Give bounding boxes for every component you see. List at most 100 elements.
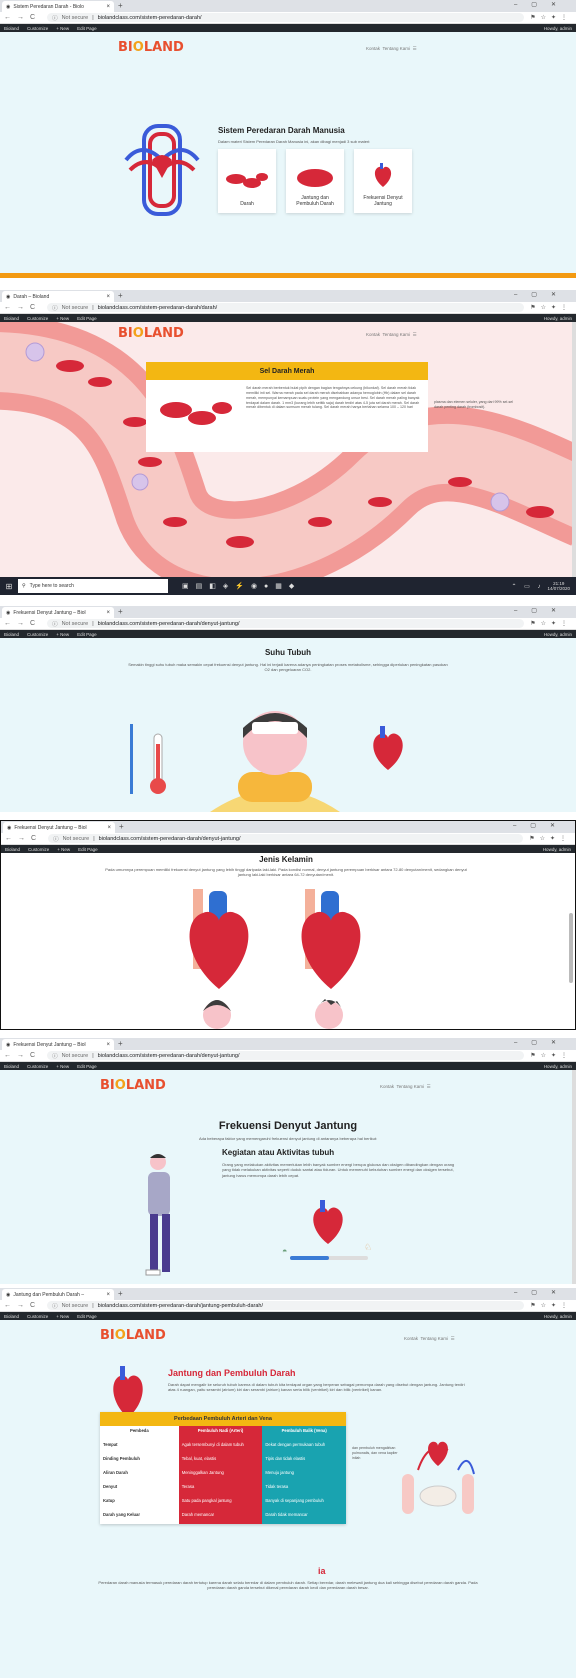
menu-icon[interactable]: ☰ xyxy=(413,332,417,337)
url-field[interactable]: ⓘ Not secure | biolandclass.com/sistem-pere… xyxy=(47,13,525,22)
red-blood-cells-icon xyxy=(160,402,232,425)
window-controls[interactable]: –▢✕ xyxy=(514,291,570,298)
site-logo[interactable]: BIOLAND xyxy=(100,1078,166,1093)
page-content: Suhu Tubuh Semakin tinggi suhu tubuh mak… xyxy=(0,638,576,812)
extensions-icon[interactable]: ⚑☆✦⋮ xyxy=(530,1302,572,1309)
turtle-icon: ◓ xyxy=(282,1246,288,1256)
window-controls[interactable]: –▢✕ xyxy=(514,1,570,8)
search-icon: ⚲ xyxy=(22,583,26,589)
window-controls[interactable]: –▢✕ xyxy=(514,1039,570,1046)
page-content: BIOLAND Kontak Tentang Kami ☰ Jantung da… xyxy=(0,1320,576,1678)
address-bar: ←→C ⓘ Not secure | biolandclass.com/sistem-… xyxy=(0,618,576,630)
address-bar: ←→C ⓘ Not secure | biolandclass.com/sistem-… xyxy=(0,302,576,314)
new-tab-button[interactable]: + xyxy=(118,291,123,300)
nav-arrows-icon[interactable]: ←→C xyxy=(4,620,41,627)
browser-tab-strip: ◉ Sistem Peredaran Darah - Biolo × + –▢✕ xyxy=(0,0,576,12)
window-controls[interactable]: –▢✕ xyxy=(514,1289,570,1296)
close-icon[interactable]: × xyxy=(106,4,110,10)
nav-arrows-icon[interactable]: ←→C xyxy=(4,14,41,21)
scrollbar[interactable] xyxy=(569,913,573,983)
browser-tab[interactable]: ◉ Frekuensi Denyut Jantung – Biol × xyxy=(2,1039,114,1050)
scrollbar[interactable] xyxy=(572,322,576,577)
url-field[interactable]: ⓘ Not secure | biolandclass.com/sistem-pere… xyxy=(47,619,525,628)
taskbar-apps-icon[interactable]: ▣▤◧◈⚡◉●▦◆ xyxy=(182,582,301,590)
blood-cell-icon xyxy=(297,169,333,187)
windows-start-icon[interactable]: ⊞ xyxy=(0,582,18,591)
extensions-icon[interactable]: ⚑☆✦⋮ xyxy=(530,1052,572,1059)
nav-arrows-icon[interactable]: ←→C xyxy=(4,304,41,311)
table-row: Darah yang Keluar Darah memancar Darah tid… xyxy=(100,1510,346,1524)
browser-tab[interactable]: ◉ Darah – Bioland × xyxy=(2,291,114,302)
taskbar-search[interactable]: ⚲ Type here to search xyxy=(18,579,168,593)
browser-tab[interactable]: ◉ Frekuensi Denyut Jantung – Biol × xyxy=(3,822,115,833)
info-icon: ⓘ xyxy=(52,15,58,22)
walking-person-illustration xyxy=(145,1154,170,1276)
new-tab-button[interactable]: + xyxy=(119,822,124,831)
info-icon: ⓘ xyxy=(52,305,58,312)
close-icon[interactable]: × xyxy=(106,1292,110,1298)
heart-male-illustration xyxy=(301,889,361,1029)
screenshot-5: ◉ Frekuensi Denyut Jantung – Biol × + –▢✕ … xyxy=(0,1038,576,1284)
info-icon: ⓘ xyxy=(52,621,58,628)
browser-tab[interactable]: ◉ Jantung dan Pembuluh Darah – × xyxy=(2,1289,114,1300)
browser-tab[interactable]: ◉ Sistem Peredaran Darah - Biolo × xyxy=(2,1,114,12)
system-tray-icon[interactable]: ⌃ ▭ ♪ xyxy=(511,583,543,590)
extensions-icon[interactable]: ⚑☆✦⋮ xyxy=(530,620,572,627)
new-tab-button[interactable]: + xyxy=(118,607,123,616)
screenshot-2: ◉ Darah – Bioland × + –▢✕ ←→C ⓘ Not secure |… xyxy=(0,290,576,595)
close-icon[interactable]: × xyxy=(106,294,110,300)
red-blood-cells-icon xyxy=(226,173,268,188)
globe-icon: ◉ xyxy=(6,293,11,300)
window-controls[interactable]: –▢✕ xyxy=(514,607,570,614)
page-title: Sistem Peredaran Darah Manusia xyxy=(218,126,345,135)
page-title: Frekuensi Denyut Jantung xyxy=(218,1120,358,1132)
site-logo[interactable]: BIOLAND xyxy=(118,40,184,55)
card-darah[interactable]: Darah xyxy=(218,149,276,213)
menu-icon[interactable]: ☰ xyxy=(427,1084,431,1089)
nav-arrows-icon[interactable]: ←→C xyxy=(4,1302,41,1309)
top-nav: Kontak Tentang Kami ☰ xyxy=(366,46,417,51)
speed-slider[interactable] xyxy=(290,1256,368,1260)
close-icon[interactable]: × xyxy=(106,610,110,616)
new-tab-button[interactable]: + xyxy=(118,1039,123,1048)
extensions-icon[interactable]: ⚑☆✦⋮ xyxy=(529,835,571,842)
window-controls[interactable]: –▢✕ xyxy=(513,822,569,829)
comparison-table: Perbedaan Pembuluh Arteri dan Vena Pembe… xyxy=(100,1412,346,1524)
windows-taskbar: ⊞ ⚲ Type here to search ▣▤◧◈⚡◉●▦◆ ⌃ ▭ ♪ 2… xyxy=(0,577,576,595)
globe-icon: ◉ xyxy=(6,1041,11,1048)
url-field[interactable]: ⓘ Not secure | biolandclass.com/sistem-pere… xyxy=(47,303,525,312)
url-field[interactable]: ⓘ Not secure | biolandclass.com/sistem-pere… xyxy=(47,1301,525,1310)
heart-icon xyxy=(374,163,392,187)
wp-admin-bar: Bioland Customize + New Edit Page Howdy, adm… xyxy=(0,1062,576,1070)
card-jantung-pembuluh[interactable]: Jantung dan Pembuluh Darah xyxy=(286,149,344,213)
site-logo[interactable]: BIOLAND xyxy=(118,326,184,341)
nav-arrows-icon[interactable]: ←→C xyxy=(4,1052,41,1059)
wp-admin-bar: Bioland Customize + New Edit Page Howdy, adm… xyxy=(0,1312,576,1320)
extensions-icon[interactable]: ⚑☆✦⋮ xyxy=(530,14,572,21)
card-frekuensi[interactable]: Frekuensi Denyut Jantung xyxy=(354,149,412,213)
browser-tab[interactable]: ◉ Frekuensi Denyut Jantung – Biol × xyxy=(2,607,114,618)
new-tab-button[interactable]: + xyxy=(118,1,123,10)
site-logo[interactable]: BIOLAND xyxy=(100,1328,166,1343)
screenshot-3: ◉ Frekuensi Denyut Jantung – Biol × + –▢✕ … xyxy=(0,606,576,812)
info-icon: ⓘ xyxy=(52,1303,58,1310)
table-row: Dinding Pembuluh Tebal, kuat, elastis Tipi… xyxy=(100,1454,346,1468)
browser-tab-strip: ◉ Darah – Bioland × + –▢✕ xyxy=(0,290,576,302)
url-field[interactable]: ⓘ Not secure | biolandclass.com/sistem-pere… xyxy=(48,834,524,843)
extensions-icon[interactable]: ⚑☆✦⋮ xyxy=(530,304,572,311)
blood-flow-illustration xyxy=(402,1441,475,1514)
close-icon[interactable]: × xyxy=(107,825,111,831)
top-nav: Kontak Tentang Kami ☰ xyxy=(404,1336,455,1341)
globe-icon: ◉ xyxy=(7,824,12,831)
close-icon[interactable]: × xyxy=(106,1042,110,1048)
menu-icon[interactable]: ☰ xyxy=(451,1336,455,1341)
new-tab-button[interactable]: + xyxy=(118,1289,123,1298)
globe-icon: ◉ xyxy=(6,609,11,616)
url-field[interactable]: ⓘ Not secure | biolandclass.com/sistem-pere… xyxy=(47,1051,525,1060)
table-row: Aliran Darah Meninggalkan Jantung Menuju j… xyxy=(100,1468,346,1482)
nav-arrows-icon[interactable]: ←→C xyxy=(5,835,42,842)
wp-admin-bar: Bioland Customize + New Edit Page Howdy, adm… xyxy=(0,314,576,322)
page-content: BIOLAND Kontak Tentang Kami ☰ Sel Darah … xyxy=(0,322,576,577)
scrollbar[interactable] xyxy=(572,1070,576,1284)
menu-icon[interactable]: ☰ xyxy=(413,46,417,51)
